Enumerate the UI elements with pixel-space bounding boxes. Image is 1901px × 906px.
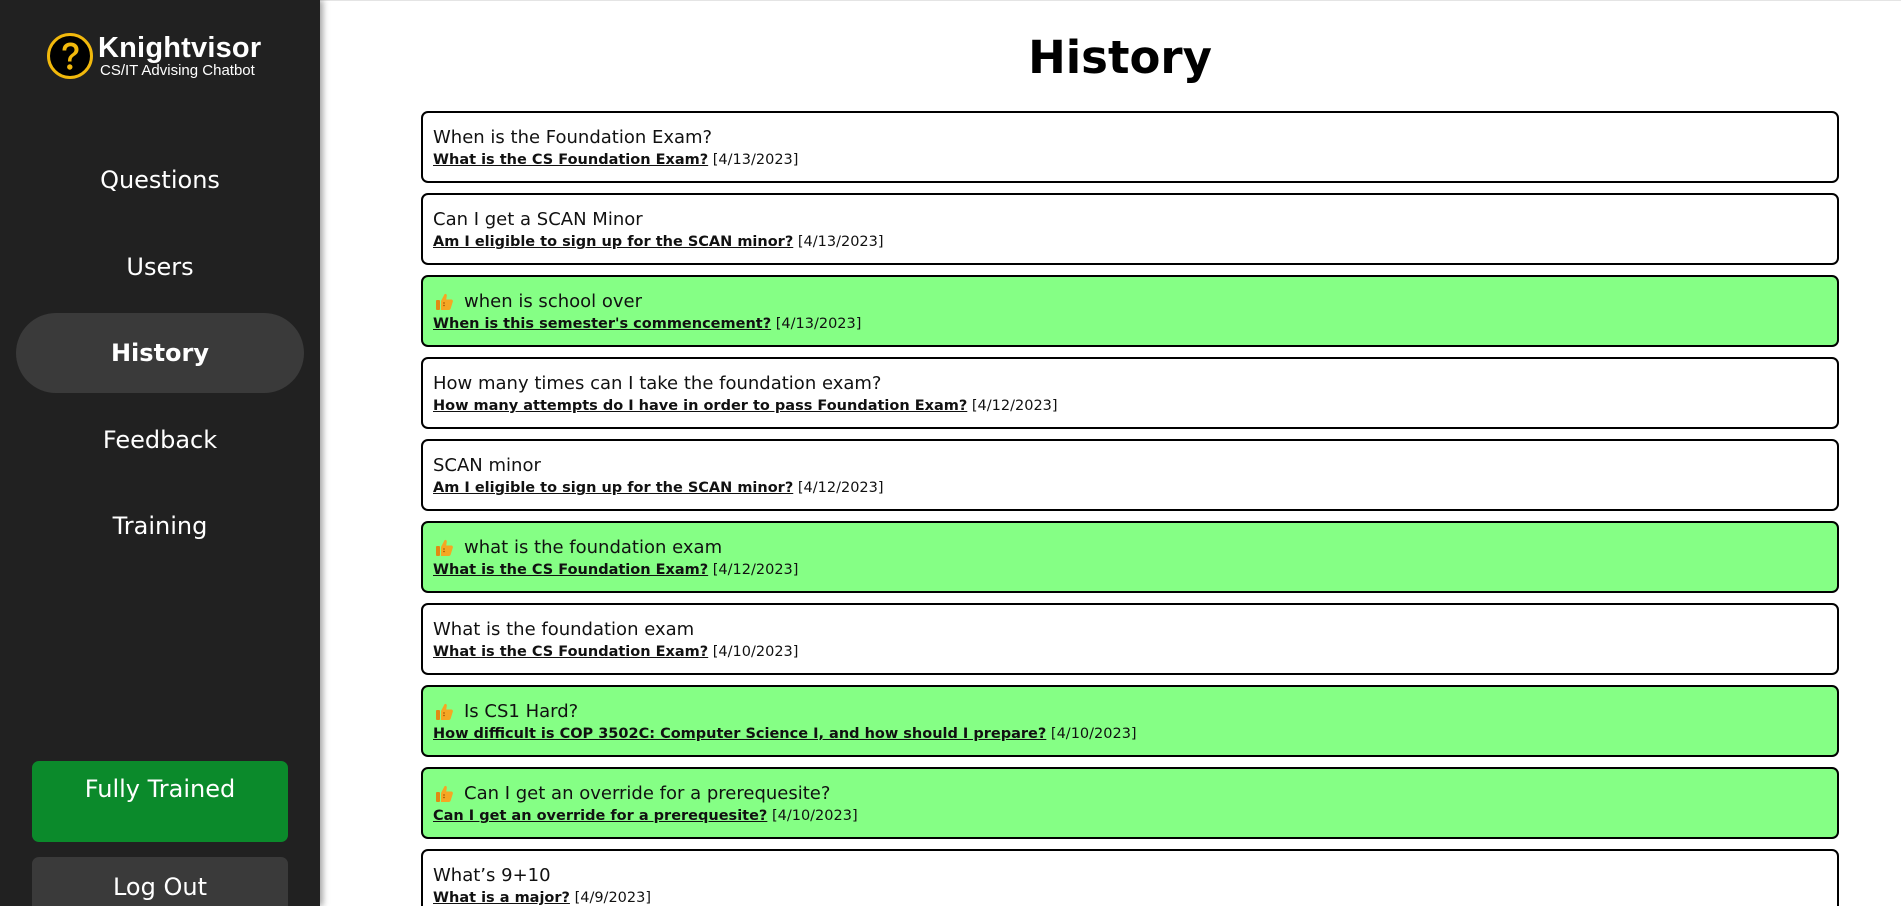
- answer-line: How many attempts do I have in order to …: [433, 396, 1827, 416]
- thumbs-up-icon: [433, 783, 455, 805]
- history-date: [4/12/2023]: [797, 480, 884, 496]
- question-text: what is the foundation exam: [464, 537, 723, 558]
- answer-line: Can I get an override for a prerequesite…: [433, 806, 1827, 826]
- brand-text: Knightvisor CS/IT Advising Chatbot: [98, 33, 261, 79]
- history-date: [4/9/2023]: [574, 890, 651, 906]
- history-date: [4/13/2023]: [797, 234, 884, 250]
- history-date: [4/10/2023]: [712, 644, 799, 660]
- thumbs-up-icon: [433, 291, 455, 313]
- thumbs-up-icon: [433, 701, 455, 723]
- answer-link[interactable]: Am I eligible to sign up for the SCAN mi…: [433, 234, 793, 250]
- question-line: Can I get an override for a prerequesite…: [433, 783, 1827, 805]
- question-line: when is school over: [433, 291, 1827, 313]
- brand-subtitle: CS/IT Advising Chatbot: [100, 62, 255, 79]
- history-item[interactable]: What’s 9+10 What is a major? [4/9/2023]: [421, 849, 1839, 906]
- question-text: What’s 9+10: [433, 865, 551, 886]
- brand-name: Knightvisor: [98, 32, 262, 64]
- question-line: What’s 9+10: [433, 865, 1827, 887]
- answer-line: What is a major? [4/9/2023]: [433, 888, 1827, 906]
- history-date: [4/10/2023]: [1050, 726, 1137, 742]
- answer-line: What is the CS Foundation Exam? [4/10/20…: [433, 642, 1827, 662]
- sidebar-item-users[interactable]: Users: [16, 227, 304, 307]
- history-item[interactable]: When is the Foundation Exam? What is the …: [421, 111, 1839, 183]
- history-list: When is the Foundation Exam? What is the …: [421, 111, 1839, 906]
- question-text: SCAN minor: [433, 455, 541, 476]
- question-text: Can I get a SCAN Minor: [433, 209, 643, 230]
- question-text: When is the Foundation Exam?: [433, 127, 713, 148]
- question-mark-circle-icon: [47, 33, 93, 79]
- answer-link[interactable]: How difficult is COP 3502C: Computer Sci…: [433, 726, 1046, 742]
- question-line: When is the Foundation Exam?: [433, 127, 1827, 149]
- answer-link[interactable]: What is the CS Foundation Exam?: [433, 152, 708, 168]
- sidebar-item-history[interactable]: History: [16, 313, 304, 393]
- history-date: [4/12/2023]: [971, 398, 1058, 414]
- answer-link[interactable]: What is a major?: [433, 890, 570, 906]
- answer-link[interactable]: How many attempts do I have in order to …: [433, 398, 967, 414]
- history-date: [4/10/2023]: [771, 808, 858, 824]
- history-date: [4/13/2023]: [775, 316, 862, 332]
- history-item[interactable]: Is CS1 Hard? How difficult is COP 3502C: …: [421, 685, 1839, 757]
- history-item[interactable]: Can I get an override for a prerequesite…: [421, 767, 1839, 839]
- history-date: [4/13/2023]: [712, 152, 799, 168]
- question-line: what is the foundation exam: [433, 537, 1827, 559]
- question-text: What is the foundation exam: [433, 619, 695, 640]
- fully-trained-button[interactable]: Fully Trained: [32, 761, 288, 842]
- page-title: History: [1028, 31, 1212, 84]
- answer-link[interactable]: What is the CS Foundation Exam?: [433, 644, 708, 660]
- sidebar: Knightvisor CS/IT Advising Chatbot Quest…: [0, 0, 320, 906]
- answer-link[interactable]: When is this semester's commencement?: [433, 316, 771, 332]
- answer-line: What is the CS Foundation Exam? [4/13/20…: [433, 150, 1827, 170]
- question-line: What is the foundation exam: [433, 619, 1827, 641]
- sidebar-item-training[interactable]: Training: [16, 486, 304, 566]
- sidebar-item-feedback[interactable]: Feedback: [16, 400, 304, 480]
- question-line: How many times can I take the foundation…: [433, 373, 1827, 395]
- question-text: Is CS1 Hard?: [464, 701, 579, 722]
- answer-line: Am I eligible to sign up for the SCAN mi…: [433, 478, 1827, 498]
- answer-link[interactable]: Can I get an override for a prerequesite…: [433, 808, 767, 824]
- answer-line: Am I eligible to sign up for the SCAN mi…: [433, 232, 1827, 252]
- answer-line: When is this semester's commencement? [4…: [433, 314, 1827, 334]
- answer-line: What is the CS Foundation Exam? [4/12/20…: [433, 560, 1827, 580]
- question-text: How many times can I take the foundation…: [433, 373, 882, 394]
- question-line: Can I get a SCAN Minor: [433, 209, 1827, 231]
- main-content: History When is the Foundation Exam? What…: [320, 0, 1901, 906]
- app-window: Knightvisor CS/IT Advising Chatbot Quest…: [0, 0, 1901, 906]
- answer-link[interactable]: Am I eligible to sign up for the SCAN mi…: [433, 480, 793, 496]
- history-item[interactable]: when is school over When is this semester…: [421, 275, 1839, 347]
- log-out-button[interactable]: Log Out: [32, 857, 288, 906]
- thumbs-up-icon: [433, 537, 455, 559]
- question-line: Is CS1 Hard?: [433, 701, 1827, 723]
- sidebar-item-questions[interactable]: Questions: [16, 140, 304, 220]
- history-item[interactable]: What is the foundation exam What is the C…: [421, 603, 1839, 675]
- question-text: when is school over: [464, 291, 643, 312]
- question-line: SCAN minor: [433, 455, 1827, 477]
- history-item[interactable]: Can I get a SCAN Minor Am I eligible to s…: [421, 193, 1839, 265]
- sidebar-nav: Questions Users History Feedback Trainin…: [16, 140, 304, 573]
- history-date: [4/12/2023]: [712, 562, 799, 578]
- answer-line: How difficult is COP 3502C: Computer Sci…: [433, 724, 1827, 744]
- history-item[interactable]: How many times can I take the foundation…: [421, 357, 1839, 429]
- history-item[interactable]: what is the foundation exam What is the C…: [421, 521, 1839, 593]
- brand: Knightvisor CS/IT Advising Chatbot: [46, 32, 261, 80]
- answer-link[interactable]: What is the CS Foundation Exam?: [433, 562, 708, 578]
- question-text: Can I get an override for a prerequesite…: [464, 783, 831, 804]
- history-item[interactable]: SCAN minor Am I eligible to sign up for t…: [421, 439, 1839, 511]
